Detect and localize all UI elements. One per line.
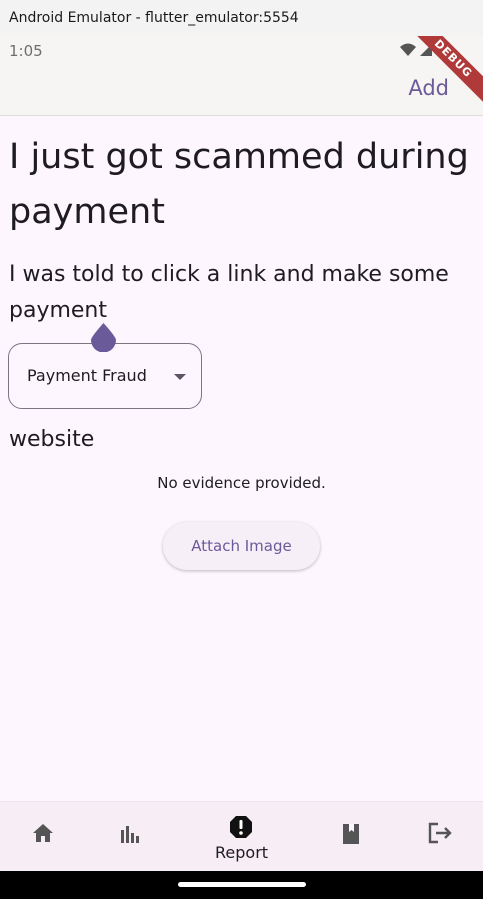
status-time: 1:05: [9, 42, 43, 60]
gesture-bar: [0, 871, 483, 899]
attach-image-button[interactable]: Attach Image: [163, 522, 320, 570]
app-bar: Add: [0, 66, 483, 116]
category-dropdown[interactable]: Payment Fraud: [8, 343, 202, 409]
bottom-navigation: Report: [0, 801, 483, 871]
home-icon: [33, 824, 53, 842]
add-button[interactable]: Add: [408, 76, 449, 100]
logout-icon: [428, 822, 452, 844]
status-bar: 1:05: [0, 36, 483, 66]
category-selected: Payment Fraud: [27, 366, 147, 385]
window-title: Android Emulator - flutter_emulator:5554: [9, 10, 299, 26]
book-icon: [343, 824, 359, 844]
dropdown-arrow-icon: [174, 374, 186, 380]
report-description: I was told to click a link and make some…: [9, 262, 449, 323]
home-gesture-pill[interactable]: [178, 882, 306, 887]
nav-label-report: Report: [215, 843, 269, 862]
window-titlebar: Android Emulator - flutter_emulator:5554: [0, 0, 483, 36]
evidence-status: No evidence provided.: [157, 474, 326, 492]
bar-chart-icon: [121, 826, 139, 843]
report-icon: [230, 816, 252, 838]
nav-item-stats[interactable]: [110, 802, 150, 872]
nav-item-home[interactable]: [22, 802, 62, 872]
report-title: I just got scammed during payment: [9, 137, 469, 232]
nav-item-guide[interactable]: [330, 802, 370, 872]
text-cursor-handle-icon[interactable]: [91, 323, 116, 352]
report-source: website: [9, 427, 95, 452]
phone-screen: 1:05 Add DEBUG I just got scammed during…: [0, 36, 483, 899]
wifi-icon: [400, 43, 416, 56]
nav-item-logout[interactable]: [420, 802, 460, 872]
